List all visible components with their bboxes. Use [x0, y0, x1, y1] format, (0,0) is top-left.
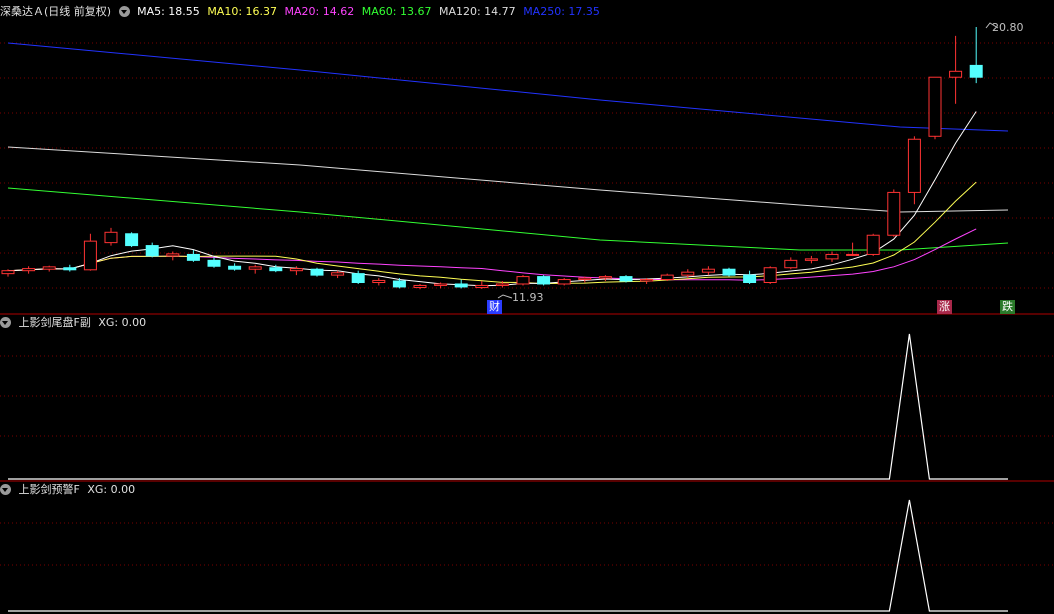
- ma120-label: MA120: 14.77: [438, 5, 516, 18]
- candle-body: [516, 276, 530, 285]
- candle-body: [104, 231, 118, 244]
- low-price-value: 11.93: [512, 291, 544, 304]
- panel3-value: XG: 0.00: [87, 483, 136, 496]
- ma10-line: [7, 181, 977, 285]
- ma60-line: [7, 187, 1009, 251]
- candle-body: [640, 279, 654, 282]
- xg-signal-line: [8, 499, 1008, 612]
- candle-body: [784, 259, 798, 269]
- candle-body: [248, 266, 262, 270]
- candle-body: [434, 283, 448, 286]
- candle-body: [475, 284, 489, 289]
- panel3-header: 上影剑预警F XG: 0.00: [0, 482, 139, 498]
- candle-body: [166, 253, 180, 257]
- candle-body: [598, 276, 612, 279]
- dropdown-icon[interactable]: [0, 484, 11, 495]
- candle-body: [866, 234, 880, 255]
- panel2-header: 上影剑尾盘F副 XG: 0.00: [0, 315, 150, 331]
- candle-body: [804, 258, 818, 261]
- candle-body: [846, 253, 860, 256]
- candle-body: [83, 240, 97, 271]
- candle-body: [42, 266, 56, 270]
- candle-body: [763, 267, 777, 284]
- candle-body: [310, 268, 324, 276]
- period-label: (日线 前复权): [44, 5, 112, 18]
- candle-body: [681, 271, 695, 276]
- candle-body: [722, 268, 736, 276]
- candle-body: [454, 283, 468, 288]
- panel2-title[interactable]: 上影剑尾盘F副: [19, 316, 91, 329]
- candle-body: [557, 279, 571, 285]
- candle-body: [22, 268, 36, 272]
- candle-body: [145, 245, 159, 257]
- candle-body: [125, 233, 139, 247]
- candle-body: [537, 276, 551, 285]
- panel3-title[interactable]: 上影剑预警F: [19, 483, 80, 496]
- dropdown-icon[interactable]: [0, 317, 11, 328]
- low-price-label: 11.93: [510, 291, 546, 305]
- candle-body: [887, 191, 901, 236]
- candle-body: [207, 259, 221, 267]
- candle-body: [1, 270, 15, 275]
- candle-body: [743, 274, 757, 284]
- candle-body: [413, 284, 427, 289]
- ma10-label: MA10: 16.37: [207, 5, 278, 18]
- ma20-label: MA20: 14.62: [284, 5, 355, 18]
- ma5-line: [7, 111, 977, 287]
- candle-body: [928, 76, 942, 137]
- candle-body: [289, 268, 303, 272]
- ma250-line: [7, 42, 1009, 132]
- candle-body: [331, 272, 345, 276]
- ma120-line: [7, 146, 1009, 213]
- candle-body: [660, 274, 674, 281]
- candle-body: [392, 280, 406, 288]
- candle-body: [495, 283, 509, 286]
- zhang-marker[interactable]: 涨: [937, 300, 952, 314]
- main-header: 深桑达Ａ(日线 前复权) MA5: 18.55 MA10: 16.37 MA20…: [0, 4, 604, 20]
- dropdown-icon[interactable]: [118, 6, 130, 17]
- kline-chart[interactable]: [0, 0, 1054, 614]
- candle-body: [63, 267, 77, 271]
- candle-body: [907, 138, 921, 193]
- ma250-label: MA250: 17.35: [523, 5, 600, 18]
- stock-name[interactable]: 深桑达Ａ: [0, 5, 44, 18]
- candle-body: [351, 273, 365, 284]
- die-marker[interactable]: 跌: [1000, 300, 1015, 314]
- candle-body: [825, 253, 839, 260]
- panel2-value: XG: 0.00: [98, 316, 147, 329]
- candle-body: [372, 279, 386, 284]
- ma5-label: MA5: 18.55: [137, 5, 200, 18]
- xg-signal-panel3: [8, 499, 1008, 612]
- high-price-value: 20.80: [992, 21, 1024, 34]
- candle-body: [578, 277, 592, 281]
- cai-marker[interactable]: 财: [487, 300, 502, 314]
- high-price-label: 20.80: [990, 21, 1026, 35]
- candle-body: [269, 267, 283, 272]
- candle-body: [949, 70, 963, 78]
- candle-body: [228, 265, 242, 270]
- candle-body: [969, 64, 983, 78]
- candle-body: [619, 276, 633, 282]
- candle-body: [186, 253, 200, 261]
- candle-body: [701, 268, 715, 273]
- ma60-label: MA60: 13.67: [361, 5, 432, 18]
